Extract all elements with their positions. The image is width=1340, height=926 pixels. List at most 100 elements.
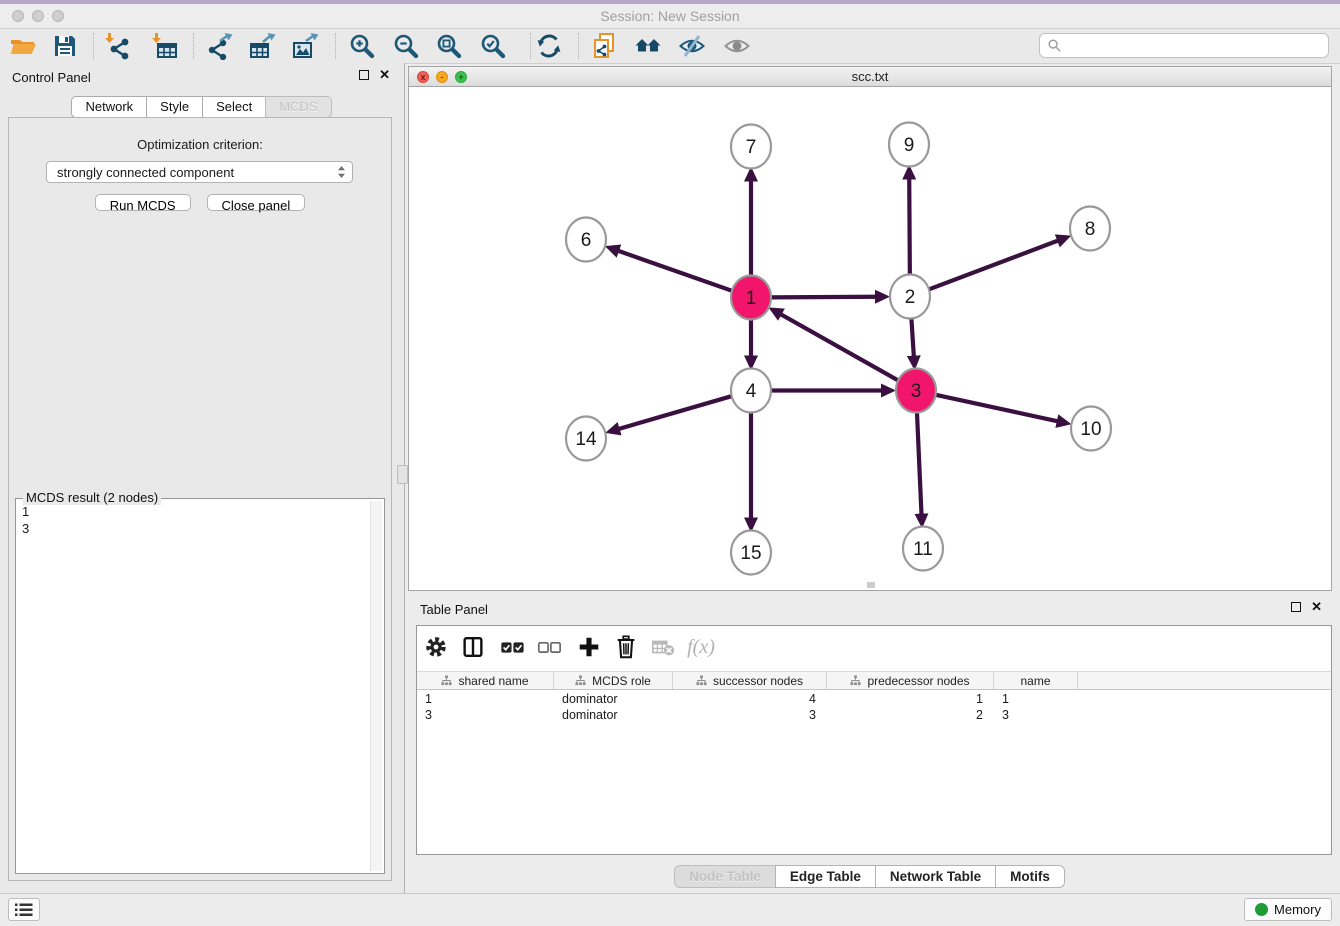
table-row[interactable]: 1dominator411 <box>417 691 1331 707</box>
float-panel-icon[interactable] <box>359 70 369 80</box>
split-view-icon[interactable] <box>459 633 487 661</box>
minimize-window-button[interactable] <box>32 10 44 22</box>
zoom-fit-icon[interactable] <box>434 31 464 61</box>
graph-edge-3-1[interactable] <box>781 314 900 381</box>
close-table-panel-icon[interactable]: ✕ <box>1311 602 1322 612</box>
table-cell[interactable]: dominator <box>554 691 673 707</box>
table-cell[interactable]: 2 <box>827 707 994 723</box>
delete-column-icon[interactable] <box>612 633 640 661</box>
graph-edge-2-8[interactable] <box>928 241 1058 290</box>
deselect-checkboxes-icon[interactable] <box>535 633 563 661</box>
float-table-panel-icon[interactable] <box>1291 602 1301 612</box>
table-cell[interactable]: 1 <box>827 691 994 707</box>
list-icon <box>15 903 33 917</box>
tab-network-table[interactable]: Network Table <box>875 865 996 888</box>
tab-style[interactable]: Style <box>146 96 203 118</box>
main-titlebar: Session: New Session <box>0 4 1340 29</box>
table-cell[interactable]: 3 <box>417 707 554 723</box>
tab-motifs[interactable]: Motifs <box>995 865 1065 888</box>
graph-edge-2-3[interactable] <box>911 315 914 356</box>
zoom-selected-icon[interactable] <box>478 31 508 61</box>
table-row[interactable]: 3dominator323 <box>417 707 1331 723</box>
export-network-icon[interactable] <box>204 31 234 61</box>
column-header-mcds-role[interactable]: MCDS role <box>554 672 673 689</box>
import-table-icon[interactable] <box>150 31 180 61</box>
column-header-predecessor-nodes[interactable]: predecessor nodes <box>827 672 994 689</box>
close-panel-button[interactable]: Close panel <box>207 194 306 211</box>
graph-edge-1-6[interactable] <box>618 251 733 291</box>
save-session-icon[interactable] <box>50 31 80 61</box>
graph-node-6[interactable]: 6 <box>566 218 606 262</box>
duplicate-network-icon[interactable] <box>589 31 619 61</box>
tab-node-table[interactable]: Node Table <box>674 865 776 888</box>
canvas-scroll-thumb[interactable] <box>867 582 875 588</box>
task-history-button[interactable] <box>8 898 40 921</box>
select-all-checkboxes-icon[interactable] <box>498 633 526 661</box>
control-panel-tabs: NetworkStyleSelectMCDS <box>0 96 404 118</box>
table-cell[interactable]: 4 <box>673 691 827 707</box>
close-network-button[interactable]: x <box>417 71 429 83</box>
export-table-icon[interactable] <box>247 31 277 61</box>
column-header-shared-name[interactable]: shared name <box>417 672 554 689</box>
svg-text:15: 15 <box>740 543 761 564</box>
table-cell[interactable]: dominator <box>554 707 673 723</box>
search-field[interactable] <box>1039 33 1329 58</box>
graph-edge-4-14[interactable] <box>619 396 733 429</box>
network-window-titlebar[interactable]: x - + scc.txt <box>408 66 1332 87</box>
graph-node-11[interactable]: 11 <box>903 527 943 571</box>
column-header-name[interactable]: name <box>994 672 1078 689</box>
eye-icon[interactable] <box>722 31 752 61</box>
import-network-icon[interactable] <box>103 31 133 61</box>
panel-splitter-handle[interactable] <box>397 465 408 484</box>
double-house-icon[interactable] <box>633 31 663 61</box>
optimization-criterion-dropdown[interactable]: strongly connected component <box>46 161 353 183</box>
memory-button[interactable]: Memory <box>1244 898 1332 921</box>
zoom-network-button[interactable]: + <box>455 71 467 83</box>
tab-mcds[interactable]: MCDS <box>265 96 331 118</box>
network-graph: 7 9 6 8 1 2 4 3 14 10 15 11 <box>409 87 1331 590</box>
table-cell[interactable]: 3 <box>673 707 827 723</box>
open-session-icon[interactable] <box>8 31 38 61</box>
settings-gear-icon[interactable] <box>422 633 450 661</box>
mcds-result-scrollbar[interactable] <box>370 501 382 871</box>
graph-edge-1-2[interactable] <box>770 297 876 298</box>
table-cell[interactable]: 3 <box>994 707 1078 723</box>
delete-table-icon[interactable] <box>649 633 677 661</box>
add-column-icon[interactable] <box>575 633 603 661</box>
graph-node-4[interactable]: 4 <box>731 369 771 413</box>
graph-node-9[interactable]: 9 <box>889 123 929 167</box>
toolbar-separator <box>578 33 579 59</box>
graph-edge-2-9[interactable] <box>909 178 910 277</box>
graph-edge-3-11[interactable] <box>917 409 922 514</box>
graph-node-8[interactable]: 8 <box>1070 207 1110 251</box>
graph-node-1[interactable]: 1 <box>731 276 771 320</box>
graph-node-7[interactable]: 7 <box>731 125 771 169</box>
graph-node-10[interactable]: 10 <box>1071 407 1111 451</box>
column-header-successor-nodes[interactable]: successor nodes <box>673 672 827 689</box>
zoom-in-icon[interactable] <box>347 31 377 61</box>
table-cell[interactable]: 1 <box>994 691 1078 707</box>
main-toolbar <box>0 29 1340 64</box>
minimize-network-button[interactable]: - <box>436 71 448 83</box>
graph-node-3[interactable]: 3 <box>896 369 936 413</box>
graph-node-2[interactable]: 2 <box>890 275 930 319</box>
tab-select[interactable]: Select <box>202 96 266 118</box>
refresh-icon[interactable] <box>534 31 564 61</box>
tab-network[interactable]: Network <box>71 96 147 118</box>
search-input[interactable] <box>1067 37 1320 54</box>
export-image-icon[interactable] <box>290 31 320 61</box>
close-panel-icon[interactable]: ✕ <box>379 70 390 80</box>
graph-node-14[interactable]: 14 <box>566 417 606 461</box>
table-panel-title: Table Panel <box>420 602 488 617</box>
zoom-out-icon[interactable] <box>391 31 421 61</box>
graph-edge-3-10[interactable] <box>935 395 1058 422</box>
network-canvas[interactable]: 7 9 6 8 1 2 4 3 14 10 15 11 <box>408 87 1332 591</box>
table-cell[interactable]: 1 <box>417 691 554 707</box>
close-window-button[interactable] <box>12 10 24 22</box>
tab-edge-table[interactable]: Edge Table <box>775 865 876 888</box>
svg-text:8: 8 <box>1085 219 1096 240</box>
zoom-window-button[interactable] <box>52 10 64 22</box>
run-mcds-button[interactable]: Run MCDS <box>95 194 191 211</box>
graph-node-15[interactable]: 15 <box>731 531 771 575</box>
eye-slash-icon[interactable] <box>677 31 707 61</box>
